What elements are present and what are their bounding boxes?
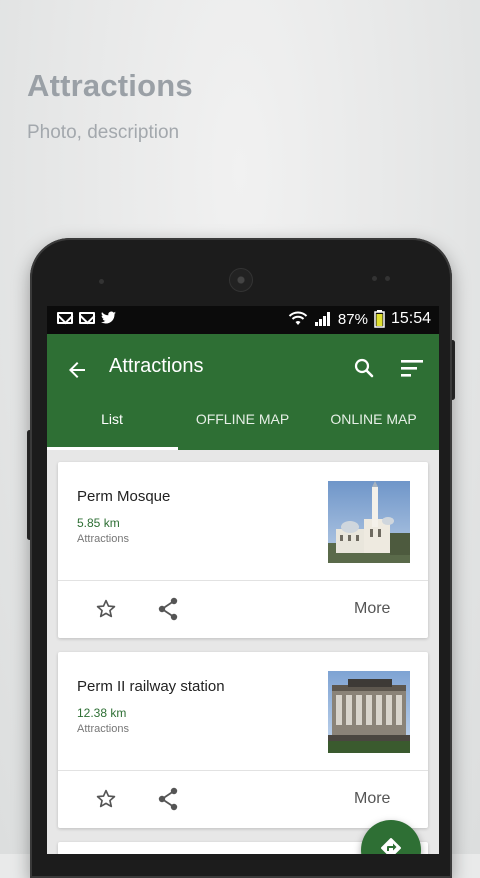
mail-icon (79, 312, 95, 324)
card-category: Attractions (77, 723, 129, 735)
tab-online-map[interactable]: ONLINE MAP (308, 408, 439, 450)
promo-title: Attractions (27, 68, 193, 103)
card-distance: 5.85 km (77, 516, 120, 530)
card-distance: 12.38 km (77, 706, 127, 720)
divider (58, 770, 428, 771)
status-bar: 87% 15:54 (47, 306, 439, 334)
card-title: Perm Mosque (77, 488, 171, 505)
mail-icon (57, 312, 73, 324)
share-icon[interactable] (157, 787, 179, 811)
star-icon[interactable] (95, 788, 117, 810)
twitter-icon (101, 311, 116, 324)
battery-icon (374, 310, 385, 328)
tab-list[interactable]: List (47, 408, 177, 450)
card-title: Perm II railway station (77, 678, 225, 695)
phone-sensor (372, 276, 377, 281)
promo-subtitle: Photo, description (27, 122, 180, 143)
card-category: Attractions (77, 533, 129, 545)
attraction-photo[interactable] (328, 671, 410, 753)
star-icon[interactable] (95, 598, 117, 620)
more-button[interactable]: More (354, 600, 390, 618)
app-bar: Attractions List OFFLINE MAP ONLINE MAP (47, 334, 439, 450)
phone-screen: 87% 15:54 Attractions List OFFLINE MAP O… (47, 306, 439, 854)
battery-percent: 87% (337, 310, 368, 328)
phone-earpiece (229, 268, 253, 292)
wifi-icon (288, 311, 308, 325)
attraction-card[interactable]: Perm Mosque 5.85 km Attractions More (58, 462, 428, 638)
signal-icon (314, 312, 330, 326)
directions-icon (381, 838, 401, 854)
search-icon[interactable] (352, 356, 376, 380)
back-arrow-icon[interactable] (65, 358, 89, 382)
app-bar-title: Attractions (109, 355, 204, 377)
phone-sensor (385, 276, 390, 281)
share-icon[interactable] (157, 597, 179, 621)
more-button[interactable]: More (354, 790, 390, 808)
tab-indicator (47, 447, 178, 450)
sort-filter-icon[interactable] (399, 356, 425, 380)
tab-offline-map[interactable]: OFFLINE MAP (177, 408, 308, 450)
attraction-card[interactable]: Perm II railway station 12.38 km Attract… (58, 652, 428, 828)
attraction-photo[interactable] (328, 481, 410, 563)
status-time: 15:54 (390, 310, 431, 327)
divider (58, 580, 428, 581)
phone-sensor (99, 279, 104, 284)
